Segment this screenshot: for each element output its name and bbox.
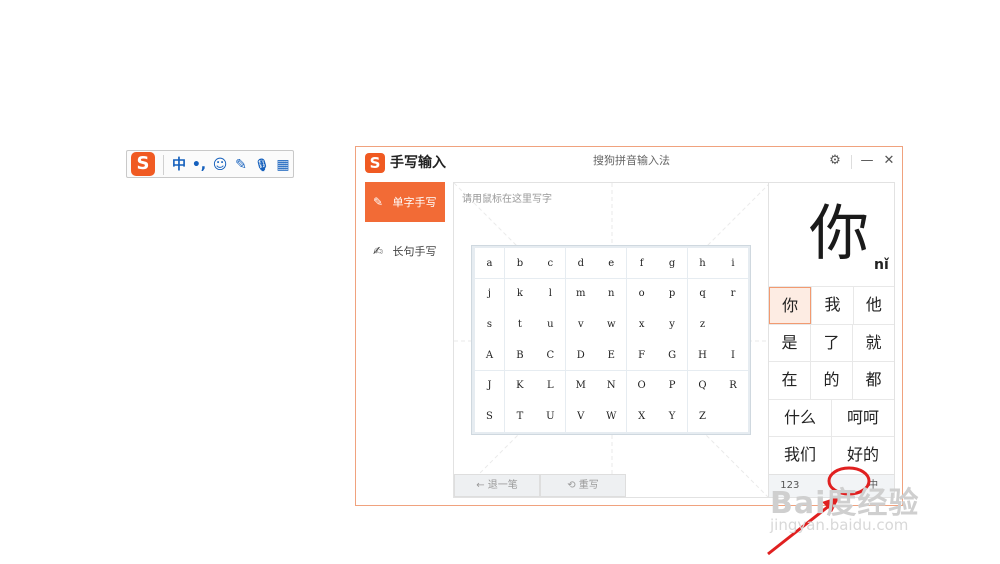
watermark-url: jingyan.baidu.com — [770, 516, 909, 534]
